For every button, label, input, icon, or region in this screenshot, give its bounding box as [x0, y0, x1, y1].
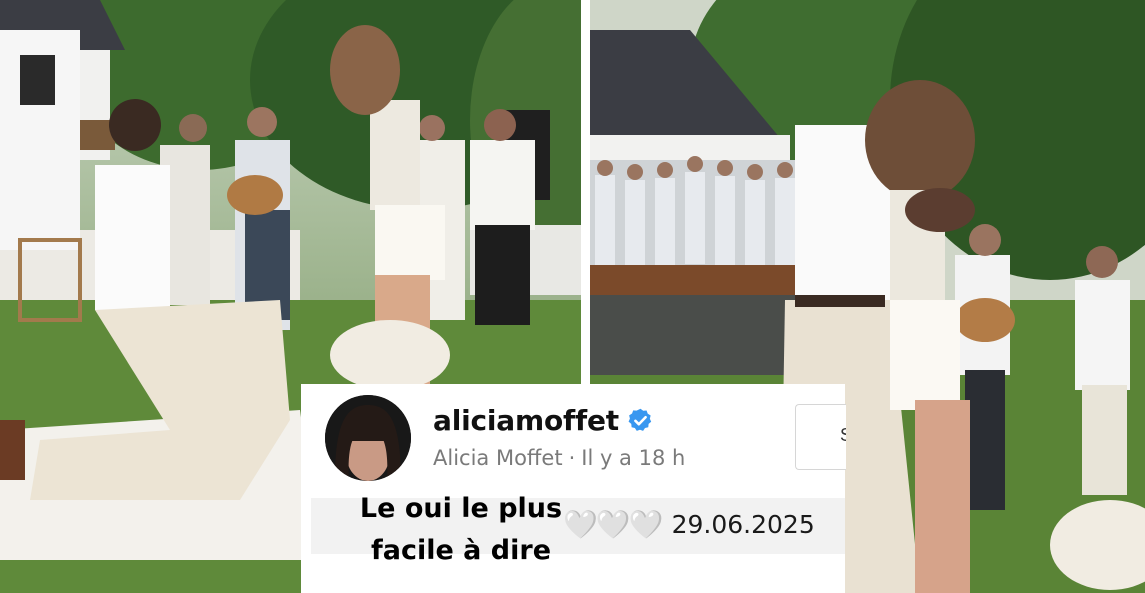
- display-name: Alicia Moffet: [433, 446, 563, 470]
- follow-button[interactable]: S: [795, 404, 846, 470]
- profile-avatar[interactable]: [325, 395, 411, 481]
- username[interactable]: aliciamoffet: [433, 404, 619, 437]
- avatar-image: [325, 395, 411, 481]
- meta-separator: ·: [568, 446, 576, 470]
- caption-date-row: 🤍🤍🤍 29.06.2025: [563, 508, 815, 541]
- post-time: Il y a 18 h: [581, 446, 686, 470]
- username-row: aliciamoffet: [433, 404, 654, 437]
- verified-badge-icon: [627, 407, 654, 434]
- post-date: 29.06.2025: [671, 510, 815, 539]
- follow-button-label: S: [840, 425, 846, 446]
- white-hearts-icon: 🤍🤍🤍: [563, 509, 664, 540]
- instagram-post-card: aliciamoffet Alicia Moffet·Il y a 18 h S…: [301, 384, 846, 593]
- post-meta: Alicia Moffet · Il y a 18 h: [433, 446, 685, 470]
